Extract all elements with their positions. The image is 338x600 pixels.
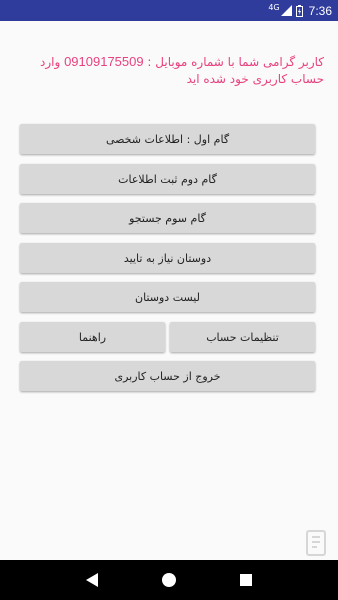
recents-icon[interactable] [231,565,261,595]
store-logo-icon [306,530,326,556]
back-icon[interactable] [77,565,107,595]
status-icons: 4G 7:36 [268,0,332,21]
network-type-label: 4G [268,2,280,12]
step3-search-button[interactable]: گام سوم جستجو [20,203,315,233]
home-icon[interactable] [154,565,184,595]
guide-button[interactable]: راهنما [20,322,165,352]
signal-icon [280,5,292,16]
clock: 7:36 [308,3,332,18]
welcome-message: کاربر گرامی شما با شماره موبایل : 091091… [14,53,324,88]
status-bar: 4G 7:36 [0,0,338,21]
welcome-text-start: کاربر گرامی شما با شماره موبایل : [143,55,324,69]
account-settings-button[interactable]: تنظیمات حساب [170,322,315,352]
welcome-phone-number: 09109175509 [64,54,144,69]
friends-list-button[interactable]: لیست دوستان [20,282,315,312]
pending-friends-button[interactable]: دوستان نیاز به تایید [20,243,315,273]
logout-button[interactable]: خروج از حساب کاربری [20,361,315,391]
battery-icon [295,4,303,17]
step2-register-info-button[interactable]: گام دوم ثبت اطلاعات [20,164,315,194]
navigation-bar [0,560,338,600]
step1-personal-info-button[interactable]: گام اول : اطلاعات شخصی [20,124,315,154]
